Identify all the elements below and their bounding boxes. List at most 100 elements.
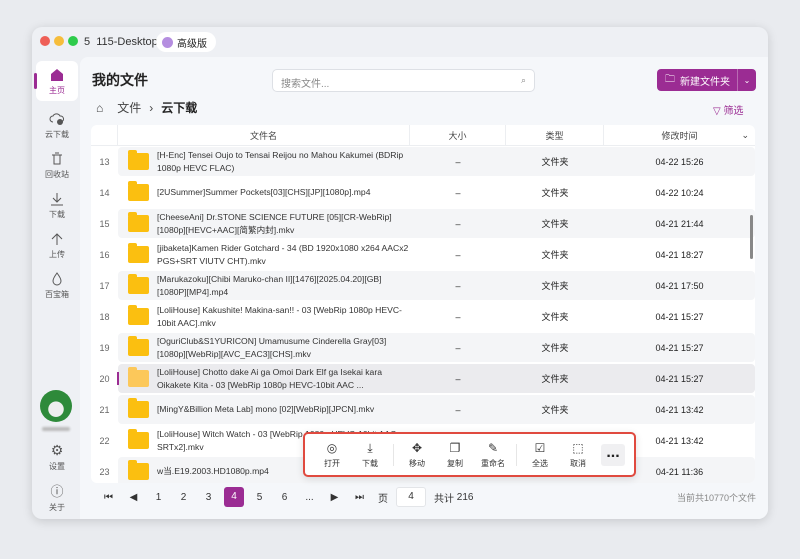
row-index: 17 — [99, 280, 110, 291]
row-body[interactable]: [H-Enc] Tensei Oujo to Tensai Reijou no … — [118, 147, 755, 176]
file-name[interactable]: [MingY&Billion Meta Lab] mono [02][WebRi… — [157, 403, 410, 416]
avatar[interactable] — [40, 390, 72, 422]
column-header-size[interactable]: 大小 — [410, 125, 506, 145]
action-5-button[interactable]: ☑ 全选 — [521, 441, 559, 469]
row-body[interactable]: [MingY&Billion Meta Lab] mono [02][WebRi… — [118, 395, 755, 424]
filter-button[interactable]: ▽ 筛选 — [713, 102, 743, 117]
action-3-button[interactable]: ❐ 复制 — [436, 441, 474, 469]
action-icon: ✎ — [487, 440, 499, 455]
table-row[interactable]: 16 [jibaketa]Kamen Rider Gotchard - 34 (… — [91, 239, 755, 270]
action-6-button[interactable]: ⬚ 取消 — [559, 441, 597, 469]
sidebar-item-cloud-download[interactable]: 云下载 — [36, 105, 78, 145]
action-1-button[interactable]: ⤓ 下载 — [351, 441, 389, 469]
column-header-name[interactable]: 文件名 — [118, 125, 410, 145]
row-body[interactable]: [Marukazoku][Chibi Maruko-chan II][1476]… — [118, 271, 755, 300]
action-label: 全选 — [532, 458, 548, 468]
download-icon — [51, 192, 63, 205]
new-folder-button[interactable]: 🗀 新建文件夹 ⌄ — [657, 69, 756, 91]
table-row[interactable]: 18 [LoliHouse] Kakushite! Makina-san!! -… — [91, 301, 755, 332]
sidebar-item-settings[interactable]: ⚙ 设置 — [36, 437, 78, 477]
minimize-window-button[interactable] — [54, 36, 64, 46]
sidebar-item-label: 关于 — [49, 503, 65, 512]
table-row[interactable]: 17 [Marukazoku][Chibi Maruko-chan II][14… — [91, 270, 755, 301]
file-name[interactable]: [Marukazoku][Chibi Maruko-chan II][1476]… — [157, 273, 410, 299]
file-type: 文件夹 — [541, 281, 569, 291]
file-name[interactable]: [jibaketa]Kamen Rider Gotchard - 34 (BD … — [157, 242, 410, 268]
sidebar-item-download[interactable]: 下载 — [36, 185, 78, 225]
username — [42, 427, 70, 431]
column-header-modified[interactable]: 修改时间 ⌄ — [604, 125, 755, 145]
page-input[interactable]: 4 — [396, 487, 426, 507]
sidebar-item-about[interactable]: ⓘ 关于 — [36, 477, 78, 517]
breadcrumb-root[interactable]: 文件 — [117, 99, 141, 116]
action-0-button[interactable]: ◎ 打开 — [313, 441, 351, 469]
table-row[interactable]: 13 [H-Enc] Tensei Oujo to Tensai Reijou … — [91, 146, 755, 177]
toolbox-icon — [52, 271, 62, 285]
sidebar-item-upload[interactable]: 上传 — [36, 225, 78, 265]
breadcrumb: ⌂ 文件 › 云下载 — [96, 99, 197, 116]
action-4-button[interactable]: ✎ 重命名 — [474, 441, 512, 469]
page-button[interactable]: 1 — [146, 492, 171, 503]
file-name[interactable]: [2USummer]Summer Pockets[03][CHS][JP][10… — [157, 186, 410, 199]
table-row[interactable]: 20 [LoliHouse] Chotto dake Ai ga Omoi Da… — [91, 363, 755, 394]
file-name-cell: [Marukazoku][Chibi Maruko-chan II][1476]… — [118, 273, 410, 299]
sidebar-item-label: 回收站 — [45, 169, 69, 179]
table-row[interactable]: 14 [2USummer]Summer Pockets[03][CHS][JP]… — [91, 177, 755, 208]
folder-icon — [128, 305, 149, 325]
sidebar-item-trash[interactable]: 回收站 — [36, 145, 78, 185]
search-input[interactable]: 搜索文件... ⌕ — [272, 69, 535, 92]
file-modified: 04-22 15:26 — [655, 156, 704, 167]
app-name: 5 115-Desktop — [84, 36, 158, 48]
column-header-modified-label: 修改时间 — [661, 130, 698, 141]
file-name[interactable]: [CheeseAni] Dr.STONE SCIENCE FUTURE [05]… — [157, 211, 410, 237]
scrollbar[interactable] — [750, 215, 753, 259]
row-body[interactable]: [LoliHouse] Chotto dake Ai ga Omoi Dark … — [118, 364, 755, 393]
action-2-button[interactable]: ✥ 移动 — [398, 441, 436, 469]
page-button[interactable]: 4 — [224, 487, 244, 507]
row-body[interactable]: [OguriClub&S1YURICON] Umamusume Cinderel… — [118, 333, 755, 362]
app-name-text: 115-Desktop — [96, 36, 158, 48]
page-button[interactable]: 6 — [272, 492, 297, 503]
sidebar-item-label: 主页 — [49, 85, 65, 95]
folder-icon — [128, 336, 149, 356]
sidebar-item-label: 上传 — [49, 249, 65, 259]
row-index: 15 — [99, 218, 110, 229]
file-size: – — [455, 156, 461, 167]
table-row[interactable]: 15 [CheeseAni] Dr.STONE SCIENCE FUTURE [… — [91, 208, 755, 239]
first-page-button[interactable]: ⏮ — [96, 492, 121, 503]
prev-page-button[interactable]: ◀ — [121, 492, 146, 503]
sidebar-item-toolbox[interactable]: 百宝箱 — [36, 265, 78, 305]
more-actions-button[interactable]: ... — [601, 443, 625, 466]
table-row[interactable]: 21 [MingY&Billion Meta Lab] mono [02][We… — [91, 394, 755, 425]
home-icon[interactable]: ⌂ — [96, 101, 103, 115]
chevron-down-icon[interactable]: ⌄ — [741, 130, 749, 141]
row-body[interactable]: [jibaketa]Kamen Rider Gotchard - 34 (BD … — [118, 240, 755, 269]
chevron-down-icon[interactable]: ⌄ — [738, 76, 756, 85]
file-name[interactable]: [LoliHouse] Kakushite! Makina-san!! - 03… — [157, 304, 410, 330]
page-button[interactable]: ... — [297, 492, 322, 503]
cloud-download-icon — [49, 112, 65, 125]
row-body[interactable]: [LoliHouse] Kakushite! Makina-san!! - 03… — [118, 302, 755, 331]
tier-badge[interactable]: 高级版 — [156, 32, 216, 52]
page-button[interactable]: 2 — [171, 492, 196, 503]
file-name-cell: [OguriClub&S1YURICON] Umamusume Cinderel… — [118, 335, 410, 361]
file-type: 文件夹 — [541, 374, 569, 384]
row-index: 20 — [99, 373, 110, 384]
file-name[interactable]: [H-Enc] Tensei Oujo to Tensai Reijou no … — [157, 149, 410, 175]
column-header-type[interactable]: 类型 — [506, 125, 604, 145]
maximize-window-button[interactable] — [68, 36, 78, 46]
row-index: 13 — [99, 156, 110, 167]
page-button[interactable]: 3 — [196, 492, 221, 503]
file-name[interactable]: [LoliHouse] Chotto dake Ai ga Omoi Dark … — [157, 366, 410, 392]
table-row[interactable]: 19 [OguriClub&S1YURICON] Umamusume Cinde… — [91, 332, 755, 363]
row-body[interactable]: [2USummer]Summer Pockets[03][CHS][JP][10… — [118, 178, 755, 207]
last-page-button[interactable]: ⏭ — [347, 492, 372, 503]
sidebar-item-home[interactable]: 主页 — [34, 61, 78, 101]
file-name[interactable]: [OguriClub&S1YURICON] Umamusume Cinderel… — [157, 335, 410, 361]
row-body[interactable]: [CheeseAni] Dr.STONE SCIENCE FUTURE [05]… — [118, 209, 755, 238]
action-icon: ✥ — [411, 440, 423, 455]
next-page-button[interactable]: ▶ — [322, 492, 347, 503]
divider — [516, 443, 517, 466]
close-window-button[interactable] — [40, 36, 50, 46]
page-button[interactable]: 5 — [247, 492, 272, 503]
